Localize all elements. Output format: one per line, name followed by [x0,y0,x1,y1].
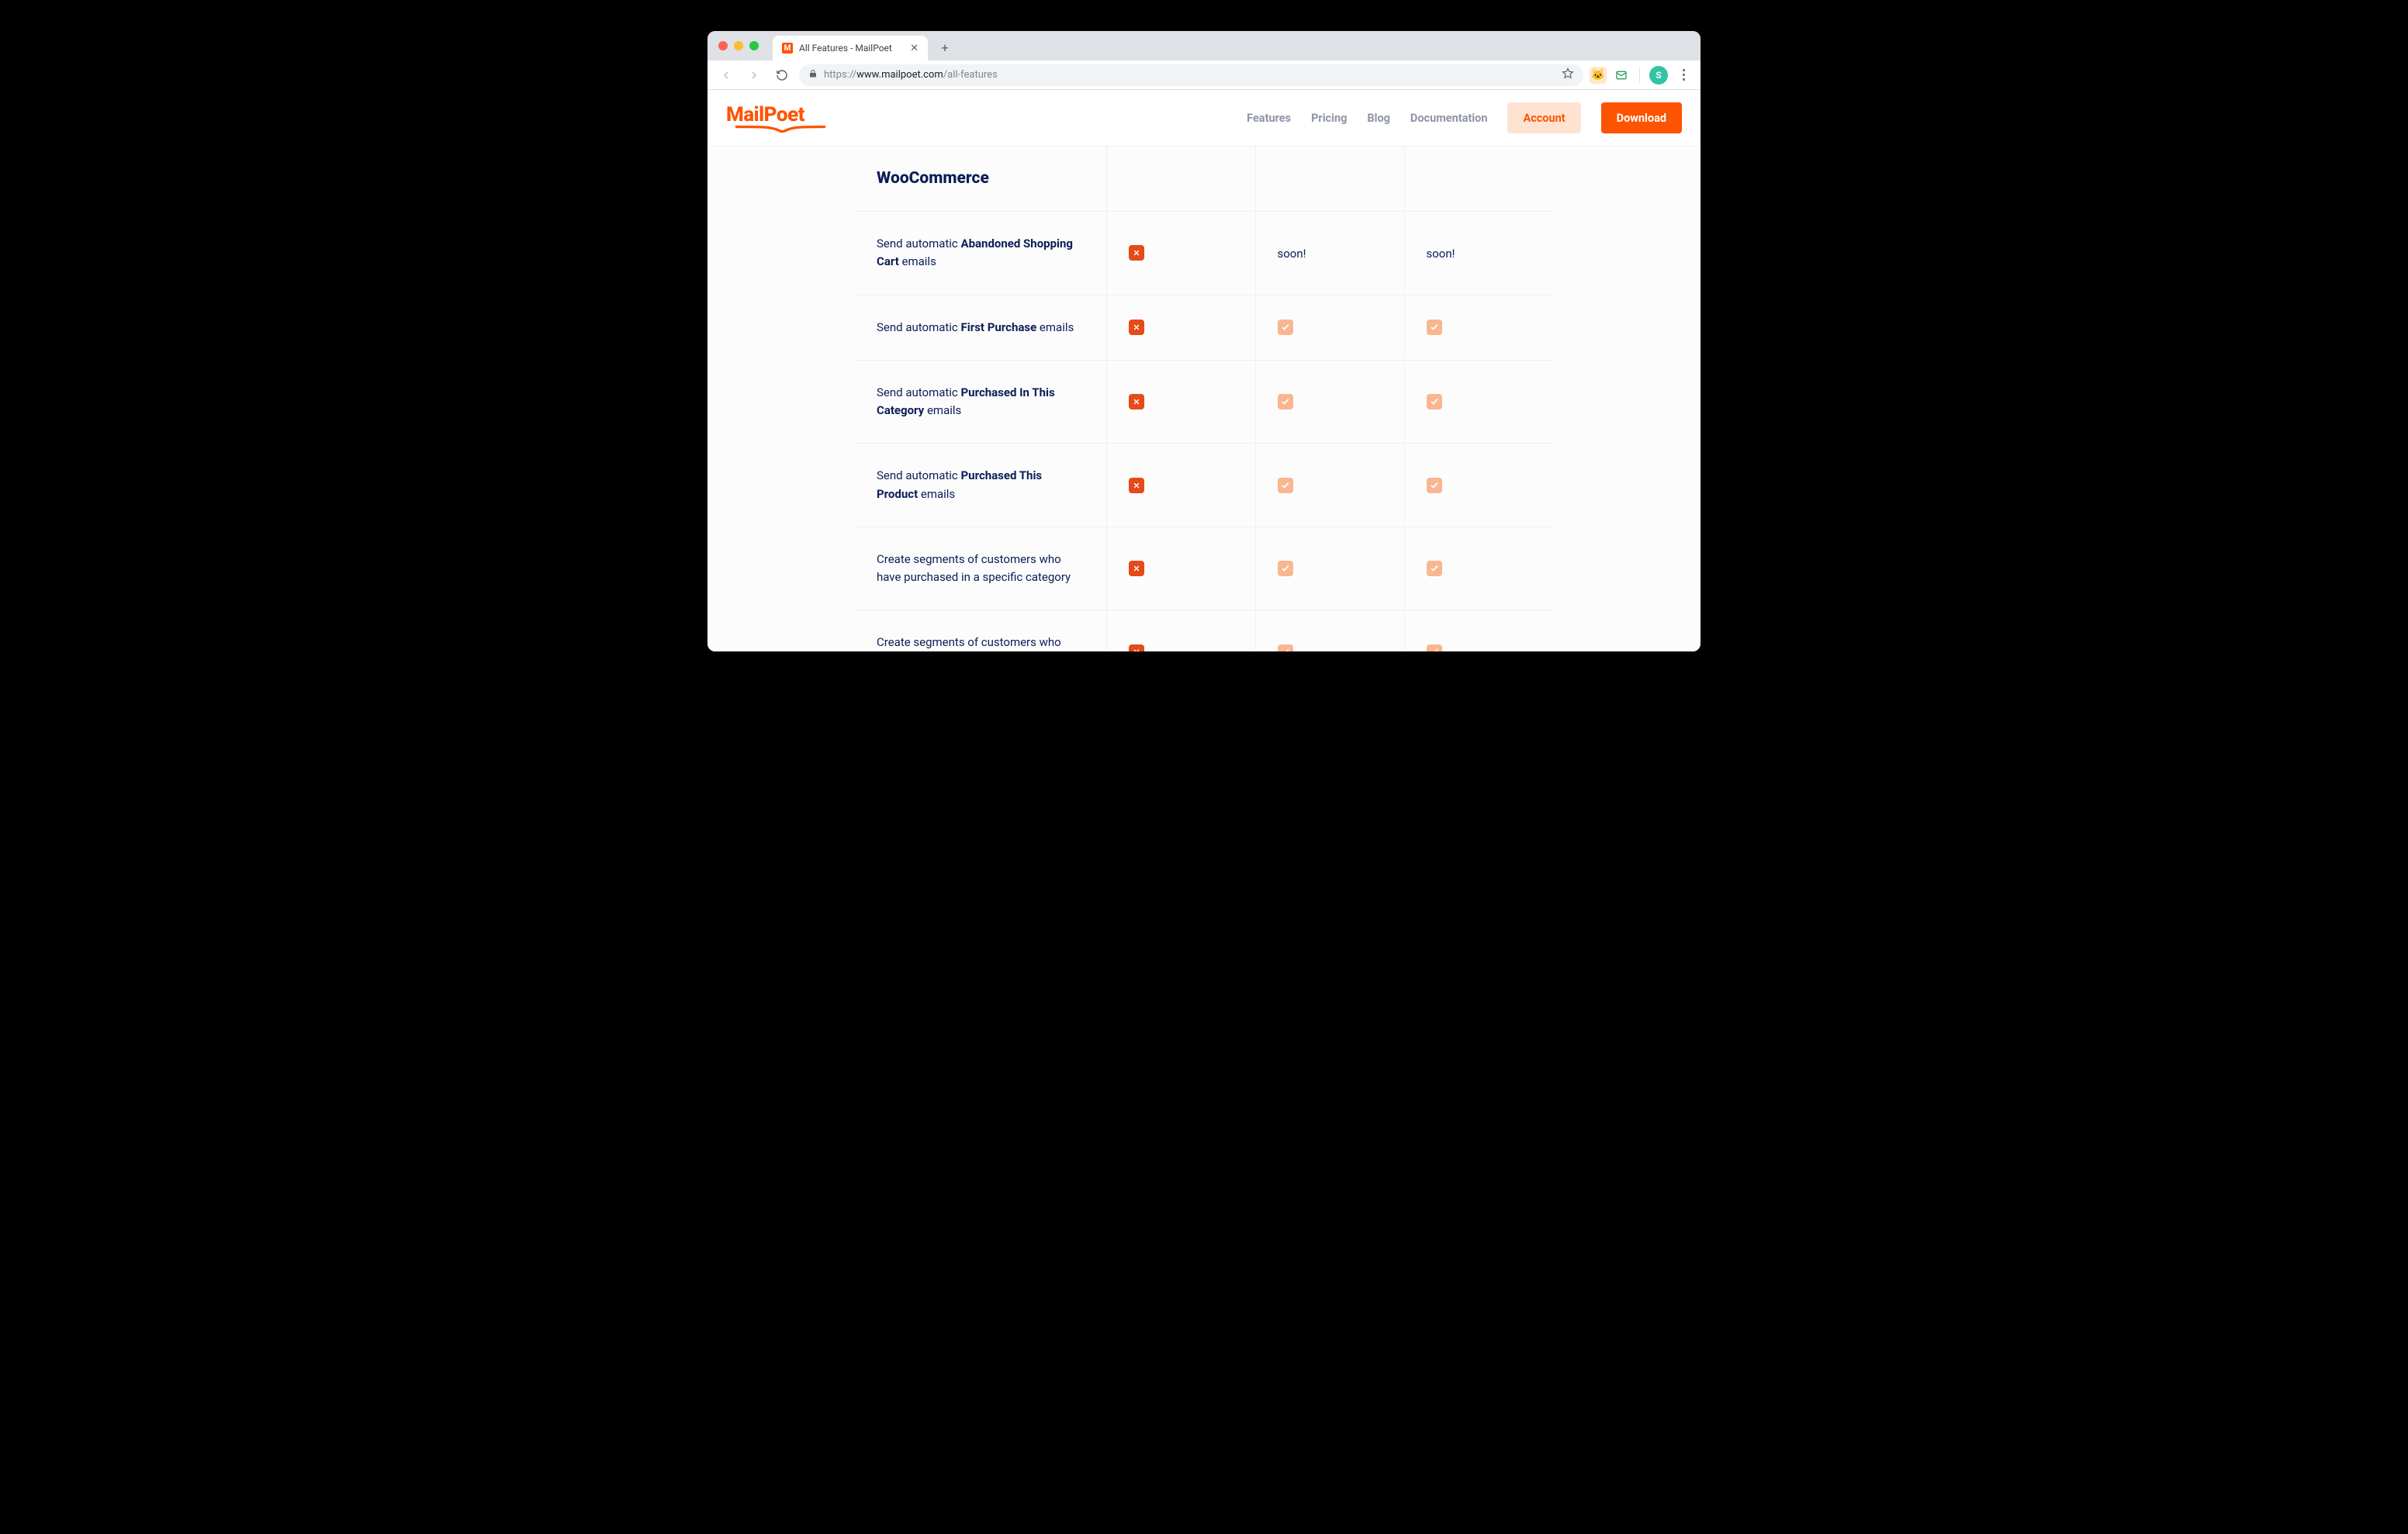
check-icon [1427,561,1442,576]
feature-label: Send automatic Purchased This Product em… [877,467,1085,503]
minimize-window-button[interactable] [734,41,743,50]
feature-label: Send automatic Abandoned Shopping Cart e… [877,235,1085,271]
forward-button[interactable] [743,64,765,86]
table-row: Send automatic Purchased In This Categor… [855,360,1553,444]
soon-label: soon! [1427,247,1455,261]
logo-text: MailPoet [726,103,804,126]
section-row: WooCommerce [855,146,1553,212]
check-icon [1278,644,1293,652]
nav-pricing[interactable]: Pricing [1311,112,1347,125]
check-icon [1427,320,1442,335]
nav-blog[interactable]: Blog [1367,112,1390,125]
close-window-button[interactable] [718,41,728,50]
back-button[interactable] [715,64,737,86]
browser-window: M All Features - MailPoet ✕ + https://ww… [708,31,1700,651]
extension-icon[interactable] [1613,67,1630,84]
bookmark-star-icon[interactable] [1562,67,1574,83]
tab-favicon: M [782,43,793,54]
table-row: Send automatic Purchased This Product em… [855,444,1553,527]
logo-underline-icon [726,125,835,133]
reload-button[interactable] [771,64,793,86]
tab-strip: M All Features - MailPoet ✕ + [708,31,1700,60]
main-nav: Features Pricing Blog Documentation Acco… [1247,102,1682,133]
browser-tab[interactable]: M All Features - MailPoet ✕ [773,36,928,60]
extension-icon[interactable]: 🐱 [1590,67,1607,84]
check-icon [1427,478,1442,493]
check-icon [1427,644,1442,652]
site-header: MailPoet Features Pricing Blog Documenta… [708,90,1700,146]
section-title: WooCommerce [877,169,1085,188]
table-row: Create segments of customers who have pu… [855,527,1553,610]
browser-menu-button[interactable] [1674,69,1693,81]
check-icon [1427,394,1442,409]
feature-label: Create segments of customers who have pu… [877,551,1085,587]
cross-icon [1129,320,1144,335]
check-icon [1278,478,1293,493]
maximize-window-button[interactable] [749,41,759,50]
nav-documentation[interactable]: Documentation [1410,112,1488,125]
cross-icon [1129,394,1144,409]
table-row: Create segments of customers who have pu… [855,610,1553,651]
feature-label: Send automatic First Purchase emails [877,319,1085,337]
page-viewport: MailPoet Features Pricing Blog Documenta… [708,90,1700,651]
cross-icon [1129,478,1144,493]
check-icon [1278,394,1293,409]
site-logo[interactable]: MailPoet [726,103,835,133]
table-row: Send automatic Abandoned Shopping Cart e… [855,212,1553,295]
cross-icon [1129,245,1144,261]
feature-label: Send automatic Purchased In This Categor… [877,384,1085,420]
cross-icon [1129,561,1144,576]
soon-label: soon! [1278,247,1306,261]
features-table: WooCommerce Send automatic Abandoned Shop… [855,146,1553,651]
lock-icon [808,69,818,81]
check-icon [1278,561,1293,576]
account-button[interactable]: Account [1507,102,1580,133]
address-bar[interactable]: https://www.mailpoet.com/all-features [799,64,1583,86]
window-controls [714,31,773,60]
feature-label: Create segments of customers who have pu… [877,634,1085,651]
cross-icon [1129,644,1144,652]
new-tab-button[interactable]: + [934,36,956,58]
divider [1639,67,1640,83]
url-text: https://www.mailpoet.com/all-features [824,69,998,81]
tab-title: All Features - MailPoet [799,43,892,54]
profile-avatar[interactable]: S [1649,66,1668,85]
page-body[interactable]: WooCommerce Send automatic Abandoned Shop… [708,146,1700,651]
toolbar: https://www.mailpoet.com/all-features 🐱 … [708,60,1700,90]
download-button[interactable]: Download [1601,102,1682,133]
table-row: Send automatic First Purchase emails [855,295,1553,360]
check-icon [1278,320,1293,335]
nav-features[interactable]: Features [1247,112,1291,125]
tab-close-button[interactable]: ✕ [910,43,919,54]
